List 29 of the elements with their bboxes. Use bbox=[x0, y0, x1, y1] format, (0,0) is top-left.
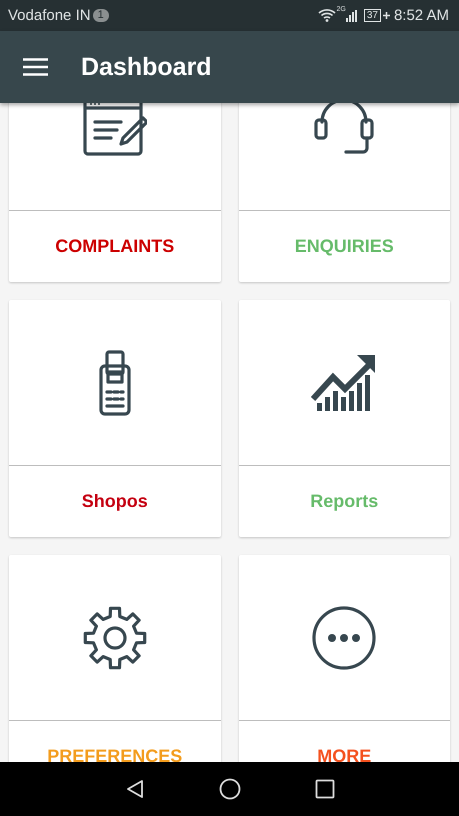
dashboard-tile[interactable]: MORE bbox=[238, 555, 450, 762]
screen-title: Dashboard bbox=[81, 52, 212, 82]
tile-label: MORE bbox=[317, 746, 372, 762]
settings-icon bbox=[82, 604, 148, 670]
menu-button[interactable] bbox=[23, 58, 48, 76]
recents-button[interactable] bbox=[314, 779, 334, 799]
home-button[interactable] bbox=[218, 778, 240, 800]
dashboard-tile[interactable]: COMPLAINTS bbox=[9, 103, 220, 282]
dashboard-tile[interactable]: ENQUIRIES bbox=[238, 103, 450, 282]
wifi-icon bbox=[318, 9, 336, 22]
notification-badge: 1 bbox=[92, 9, 109, 22]
tile-label: PREFERENCES bbox=[47, 746, 182, 762]
dashboard-tile[interactable]: Reports bbox=[238, 300, 450, 537]
back-button[interactable] bbox=[124, 779, 144, 799]
signal-icon bbox=[346, 10, 358, 22]
dashboard-tile[interactable]: Shopos bbox=[9, 300, 220, 537]
tile-label: ENQUIRIES bbox=[294, 236, 394, 257]
card-terminal-icon bbox=[98, 350, 131, 416]
growth-chart-icon bbox=[311, 352, 378, 412]
dashboard-tile[interactable]: PREFERENCES bbox=[9, 555, 220, 762]
tile-label: Reports bbox=[310, 491, 378, 512]
more-icon bbox=[311, 604, 378, 670]
charging-icon bbox=[382, 12, 390, 19]
menu-icon bbox=[23, 58, 48, 76]
battery-level: 37 bbox=[364, 9, 381, 22]
tile-label: Shopos bbox=[82, 491, 148, 512]
carrier-name: Vodafone IN bbox=[8, 7, 91, 24]
tile-label: COMPLAINTS bbox=[55, 236, 174, 257]
clock-time: 8:52 AM bbox=[394, 7, 449, 24]
